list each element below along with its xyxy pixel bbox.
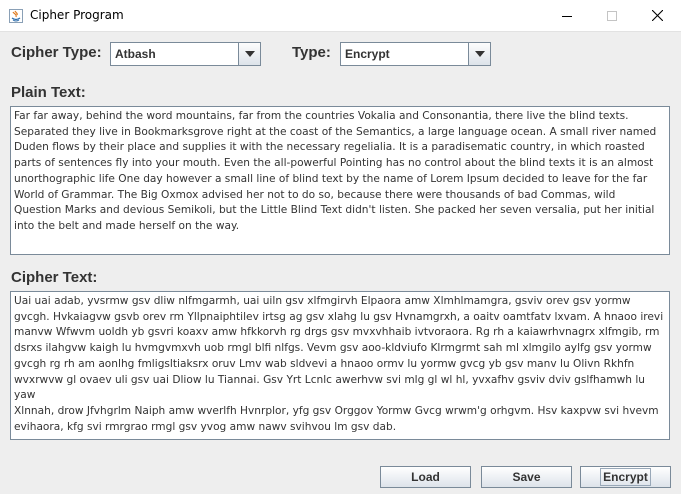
save-button-label: Save — [512, 470, 541, 484]
cipher-text-label: Cipher Text: — [11, 269, 98, 286]
chevron-down-icon[interactable] — [468, 43, 490, 65]
maximize-button[interactable] — [589, 0, 635, 31]
cipher-type-combo[interactable]: Atbash — [110, 42, 261, 66]
maximize-icon — [607, 10, 617, 21]
close-button[interactable] — [634, 0, 680, 31]
type-combo[interactable]: Encrypt — [340, 42, 491, 66]
client-area: Cipher Type: Atbash Type: Encrypt Plain … — [0, 32, 681, 494]
plain-text-label: Plain Text: — [11, 84, 86, 101]
minimize-button[interactable] — [544, 0, 590, 31]
chevron-down-icon[interactable] — [238, 43, 260, 65]
load-button-label: Load — [411, 470, 440, 484]
encrypt-button[interactable]: Encrypt — [580, 466, 671, 488]
type-value: Encrypt — [345, 47, 390, 61]
plain-text-area[interactable]: Far far away, behind the word mountains,… — [10, 106, 670, 255]
minimize-icon — [562, 15, 572, 17]
close-icon — [651, 10, 663, 21]
encrypt-button-label: Encrypt — [600, 468, 651, 486]
save-button[interactable]: Save — [481, 466, 572, 488]
cipher-type-label: Cipher Type: — [11, 44, 102, 61]
load-button[interactable]: Load — [380, 466, 471, 488]
cipher-type-value: Atbash — [115, 47, 156, 61]
window-title: Cipher Program — [30, 8, 124, 22]
title-bar: Cipher Program — [0, 0, 681, 32]
java-app-icon — [9, 8, 23, 23]
type-label: Type: — [292, 44, 331, 61]
cipher-text-area[interactable]: Uai uai adab, yvsrmw gsv dliw nlfmgarmh,… — [10, 291, 670, 440]
